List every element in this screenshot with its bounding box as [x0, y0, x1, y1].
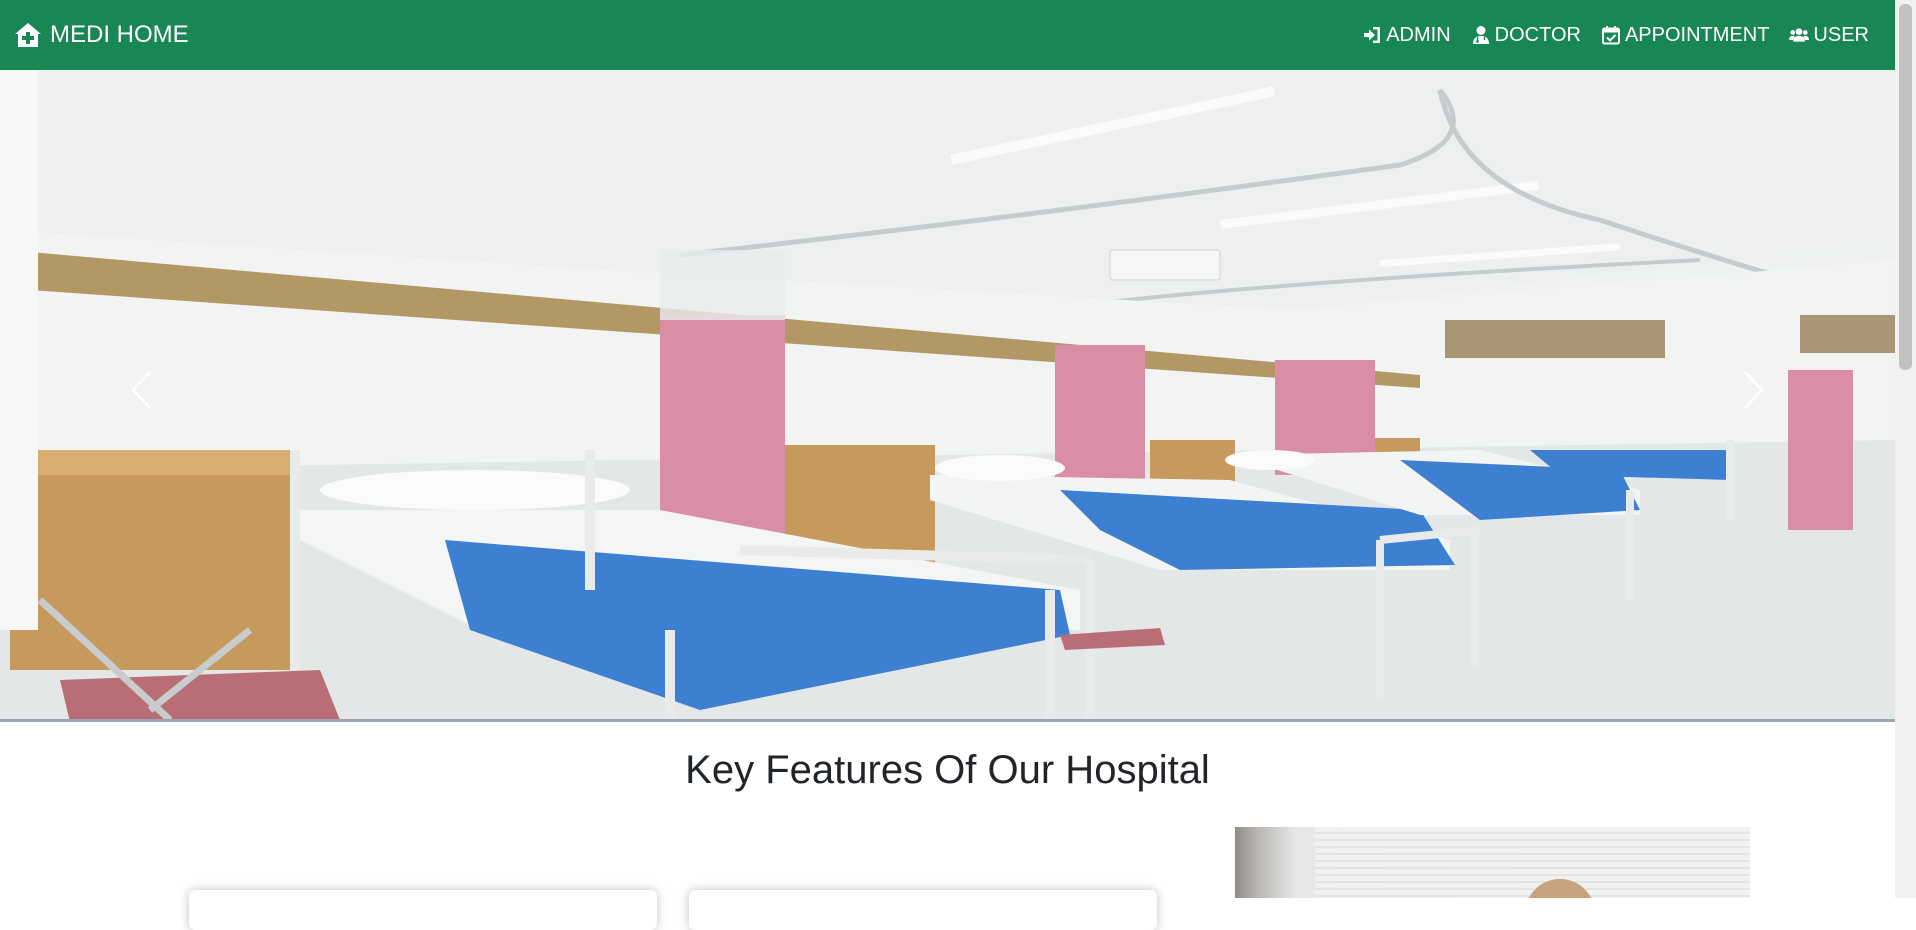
user-doctor-icon — [1472, 26, 1489, 44]
calendar-check-icon — [1601, 26, 1620, 45]
hero-carousel — [0, 70, 1895, 722]
nav-doctor[interactable]: DOCTOR — [1471, 24, 1581, 47]
brand-link[interactable]: MEDI HOME — [14, 21, 189, 49]
nav-links: ADMIN DOCTOR APPOINTMENT USER — [1362, 24, 1869, 47]
nav-appointment-label: APPOINTMENT — [1624, 23, 1770, 46]
house-medical-icon — [15, 23, 41, 47]
scrollbar-thumb[interactable] — [1899, 4, 1912, 370]
nav-user[interactable]: USER — [1789, 24, 1869, 47]
nav-admin[interactable]: ADMIN — [1362, 23, 1451, 47]
chevron-right-icon — [1744, 371, 1764, 409]
chevron-left-icon — [131, 371, 151, 409]
feature-card — [689, 890, 1157, 930]
nav-admin-label: ADMIN — [1386, 23, 1451, 46]
carousel-prev-button[interactable] — [111, 360, 171, 420]
feature-side-image — [1235, 827, 1750, 898]
nav-user-label: USER — [1813, 23, 1869, 46]
features-title: Key Features Of Our Hospital — [685, 748, 1210, 792]
navbar: MEDI HOME ADMIN DOCTOR APPOINTMENT USER — [0, 0, 1895, 70]
nav-appointment[interactable]: APPOINTMENT — [1601, 24, 1769, 47]
hospital-ward-image — [0, 70, 1895, 719]
page-scrollbar[interactable] — [1895, 0, 1916, 898]
feature-card — [189, 890, 657, 930]
window-blinds — [1315, 827, 1750, 898]
nav-doctor-label: DOCTOR — [1494, 23, 1581, 46]
users-icon — [1789, 28, 1810, 42]
sign-in-icon — [1364, 27, 1381, 43]
carousel-next-button[interactable] — [1724, 360, 1784, 420]
brand-label: MEDI HOME — [50, 21, 189, 48]
